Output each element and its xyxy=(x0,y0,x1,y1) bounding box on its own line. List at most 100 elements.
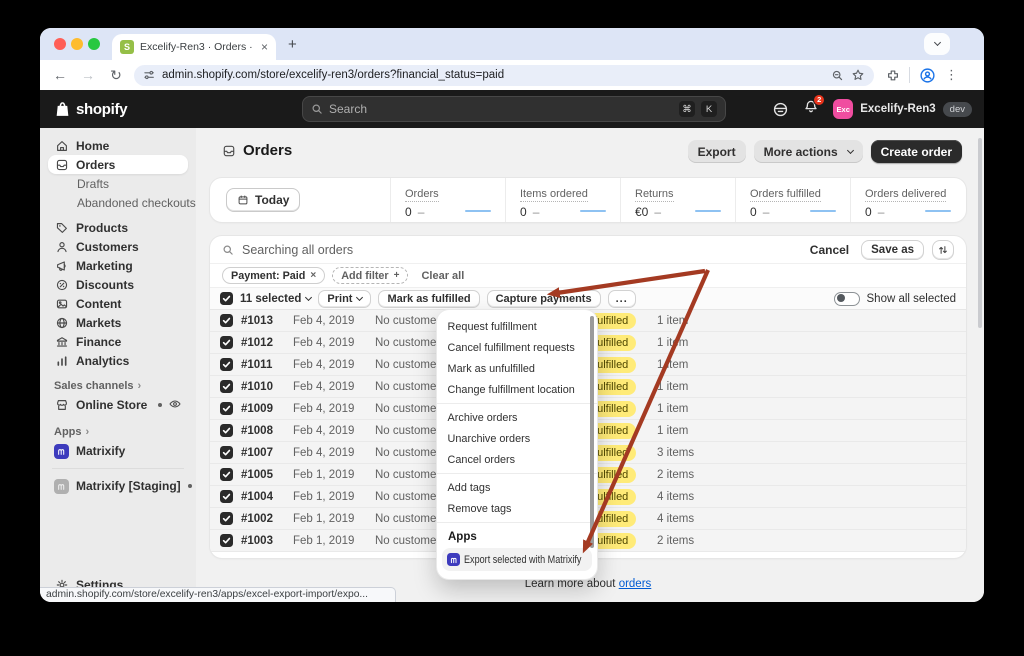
menu-item-unarchive-orders[interactable]: Unarchive orders xyxy=(437,428,591,449)
sidebar-item-finance[interactable]: Finance xyxy=(48,332,188,351)
back-icon[interactable]: ← xyxy=(48,67,72,83)
row-checkbox[interactable] xyxy=(220,314,233,327)
more-bulk-actions-button[interactable]: ... xyxy=(608,290,636,308)
orders-link[interactable]: orders xyxy=(619,578,652,590)
order-number[interactable]: #1002 xyxy=(241,513,293,525)
sidebar-item-analytics[interactable]: Analytics xyxy=(48,351,188,370)
stat-column-orders-fulfilled[interactable]: Orders fulfilled0– xyxy=(735,178,850,222)
order-number[interactable]: #1010 xyxy=(241,381,293,393)
more-actions-button[interactable]: More actions xyxy=(754,140,863,163)
row-checkbox[interactable] xyxy=(220,402,233,415)
menu-item-change-fulfillment-location[interactable]: Change fulfillment location xyxy=(437,379,591,400)
window-zoom-button[interactable] xyxy=(88,38,100,50)
add-filter-chip[interactable]: Add filter+ xyxy=(332,267,408,284)
sort-button[interactable] xyxy=(932,240,954,260)
new-tab-button[interactable]: + xyxy=(288,34,297,56)
order-number[interactable]: #1005 xyxy=(241,469,293,481)
extensions-icon[interactable] xyxy=(886,68,900,82)
show-all-toggle[interactable] xyxy=(834,292,860,306)
capture-payments-button[interactable]: Capture payments xyxy=(487,290,601,308)
account-menu[interactable]: Exc Excelify-Ren3 dev xyxy=(833,99,972,119)
sidebar-item-markets[interactable]: Markets xyxy=(48,313,188,332)
forward-icon[interactable]: → xyxy=(76,67,100,83)
sales-channels-header[interactable]: Sales channels › xyxy=(54,380,182,392)
menu-item-cancel-orders[interactable]: Cancel orders xyxy=(437,449,591,470)
site-settings-icon[interactable] xyxy=(143,69,155,81)
menu-scrollbar[interactable] xyxy=(590,316,594,548)
sidebar-item-drafts[interactable]: Drafts xyxy=(48,174,188,193)
menu-item-mark-as-unfulfilled[interactable]: Mark as unfulfilled xyxy=(437,358,591,379)
order-number[interactable]: #1011 xyxy=(241,359,293,371)
select-all-checkbox[interactable] xyxy=(220,292,233,305)
row-checkbox[interactable] xyxy=(220,380,233,393)
order-number[interactable]: #1009 xyxy=(241,403,293,415)
date-range-button[interactable]: Today xyxy=(226,188,300,212)
mark-fulfilled-button[interactable]: Mark as fulfilled xyxy=(378,290,479,308)
menu-item-request-fulfillment[interactable]: Request fulfillment xyxy=(437,316,591,337)
row-checkbox[interactable] xyxy=(220,490,233,503)
order-number[interactable]: #1003 xyxy=(241,535,293,547)
stat-column-orders-delivered[interactable]: Orders delivered0– xyxy=(850,178,965,222)
row-checkbox[interactable] xyxy=(220,358,233,371)
sidebar-item-matrixify[interactable]: Matrixify xyxy=(48,440,188,462)
sidebar-item-products[interactable]: Products xyxy=(48,218,188,237)
stat-column-items-ordered[interactable]: Items ordered0– xyxy=(505,178,620,222)
window-minimize-button[interactable] xyxy=(71,38,83,50)
payment-filter-chip[interactable]: Payment: Paid× xyxy=(222,267,325,284)
order-number[interactable]: #1004 xyxy=(241,491,293,503)
browser-menu-icon[interactable]: ⋮ xyxy=(945,67,958,83)
print-button[interactable]: Print xyxy=(318,290,371,308)
save-as-button[interactable]: Save as xyxy=(861,240,924,260)
order-number[interactable]: #1012 xyxy=(241,337,293,349)
export-button[interactable]: Export xyxy=(688,140,746,163)
sidebar-item-customers[interactable]: Customers xyxy=(48,237,188,256)
menu-item-remove-tags[interactable]: Remove tags xyxy=(437,498,591,519)
row-checkbox[interactable] xyxy=(220,534,233,547)
clear-all-button[interactable]: Clear all xyxy=(421,270,464,282)
remove-filter-icon[interactable]: × xyxy=(310,270,316,281)
cancel-button[interactable]: Cancel xyxy=(810,243,849,257)
window-close-button[interactable] xyxy=(54,38,66,50)
sidebar-item-abandoned-checkouts[interactable]: Abandoned checkouts xyxy=(48,193,188,212)
order-number[interactable]: #1013 xyxy=(241,315,293,327)
add-filter-label: Add filter xyxy=(341,270,388,282)
sidekick-icon[interactable] xyxy=(772,101,789,118)
row-checkbox[interactable] xyxy=(220,446,233,459)
address-bar[interactable]: admin.shopify.com/store/excelify-ren3/or… xyxy=(134,65,874,86)
menu-item-export-matrixify[interactable]: Export selected with Matrixify xyxy=(442,548,592,571)
row-checkbox[interactable] xyxy=(220,468,233,481)
close-tab-icon[interactable]: × xyxy=(261,40,268,54)
shopify-logo[interactable]: shopify xyxy=(54,101,127,118)
apps-header[interactable]: Apps › xyxy=(54,426,182,438)
reload-icon[interactable]: ↻ xyxy=(104,67,128,84)
stat-column-orders[interactable]: Orders0– xyxy=(390,178,505,222)
row-checkbox[interactable] xyxy=(220,336,233,349)
zoom-icon[interactable] xyxy=(831,69,844,82)
sidebar-item-matrixify-staging[interactable]: Matrixify [Staging] xyxy=(48,475,188,497)
tab-search-button[interactable] xyxy=(924,33,950,55)
stat-column-returns[interactable]: Returns€0– xyxy=(620,178,735,222)
sidebar-item-online-store[interactable]: Online Store xyxy=(48,394,188,416)
sidebar-item-discounts[interactable]: Discounts xyxy=(48,275,188,294)
selected-count-button[interactable]: 11 selected xyxy=(240,293,311,305)
menu-item-archive-orders[interactable]: Archive orders xyxy=(437,407,591,428)
sidebar-item-orders[interactable]: Orders xyxy=(48,155,188,174)
sidebar-item-home[interactable]: Home xyxy=(48,136,188,155)
preview-eye-icon[interactable] xyxy=(168,397,182,414)
global-search-input[interactable]: Search ⌘ K xyxy=(302,96,726,122)
page-scrollbar[interactable] xyxy=(978,138,982,328)
sidebar-item-content[interactable]: Content xyxy=(48,294,188,313)
menu-item-add-tags[interactable]: Add tags xyxy=(437,477,591,498)
row-checkbox[interactable] xyxy=(220,424,233,437)
row-checkbox[interactable] xyxy=(220,512,233,525)
orders-search-input[interactable]: Searching all orders xyxy=(242,243,802,257)
menu-item-cancel-fulfillment-requests[interactable]: Cancel fulfillment requests xyxy=(437,337,591,358)
profile-avatar-icon[interactable] xyxy=(919,67,936,84)
sidebar-item-marketing[interactable]: Marketing xyxy=(48,256,188,275)
order-number[interactable]: #1007 xyxy=(241,447,293,459)
order-number[interactable]: #1008 xyxy=(241,425,293,437)
create-order-button[interactable]: Create order xyxy=(871,140,962,163)
notifications-button[interactable]: 2 xyxy=(803,99,819,120)
browser-tab[interactable]: S Excelify-Ren3 · Orders · Shop × xyxy=(112,34,276,60)
bookmark-star-icon[interactable] xyxy=(851,68,865,82)
